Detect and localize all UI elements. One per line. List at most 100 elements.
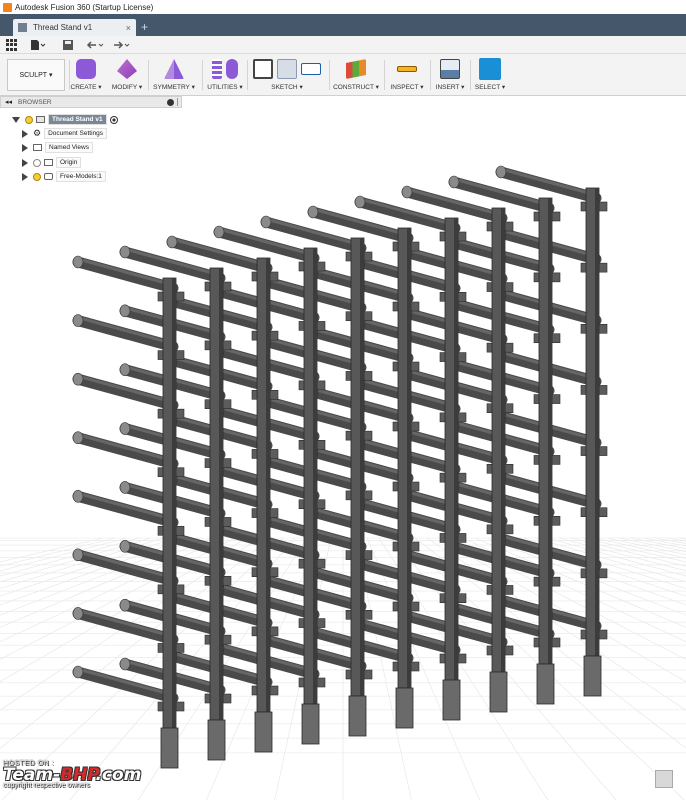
rod-end-cap	[119, 245, 131, 259]
symmetry-icon	[164, 59, 184, 79]
sketch-menu[interactable]: SKETCH ▾	[249, 57, 325, 93]
document-icon	[36, 116, 45, 123]
sketch-label: SKETCH	[271, 84, 298, 91]
column-shade	[548, 198, 552, 664]
rod-end-cap	[166, 235, 178, 249]
column-foot	[254, 711, 273, 753]
rod-end-cap	[119, 422, 131, 435]
browser-item-document-settings[interactable]: ⚙ Document Settings	[22, 127, 107, 140]
team-bhp-watermark: HOSTED ON : Team-BHP.com copyright respe…	[3, 760, 141, 789]
file-menu-icon[interactable]	[30, 39, 46, 51]
utilities-icon	[212, 59, 222, 79]
column-shade	[595, 188, 599, 656]
construct-label: CONSTRUCT	[333, 84, 374, 91]
rod-end-cap	[72, 548, 84, 562]
browser-panel-header[interactable]: ◂◂ BROWSER	[0, 96, 182, 108]
rod-end-cap	[354, 195, 366, 209]
rod-end-cap	[119, 539, 131, 553]
lightbulb-icon[interactable]	[33, 172, 41, 181]
zoom-window-icon[interactable]	[655, 770, 673, 788]
folder-icon	[33, 144, 42, 151]
expand-toggle-icon[interactable]	[12, 116, 20, 123]
modify-menu[interactable]: MODIFY ▾	[110, 57, 144, 93]
browser-menu-icon[interactable]	[167, 98, 174, 106]
rod-end-cap	[72, 665, 84, 679]
create-box-icon	[76, 59, 96, 79]
column-shade	[501, 208, 505, 672]
activate-radio-icon[interactable]	[109, 115, 118, 124]
document-tab[interactable]: Thread Stand v1 ×	[13, 19, 136, 36]
rod-end-cap	[72, 489, 84, 503]
measure-icon	[397, 66, 417, 72]
insert-menu[interactable]: INSERT ▾	[434, 57, 466, 93]
lightbulb-off-icon[interactable]	[33, 158, 41, 167]
rod-end-cap	[119, 363, 131, 377]
modify-icon	[117, 59, 137, 79]
construct-menu[interactable]: CONSTRUCT ▾	[333, 57, 379, 93]
browser-root-row[interactable]: Thread Stand v1	[12, 113, 118, 126]
rod-end-cap	[448, 175, 460, 189]
rod-end-cap	[119, 304, 131, 318]
lightbulb-icon[interactable]	[25, 115, 33, 124]
column-foot	[536, 663, 555, 705]
rod-end-cap	[401, 185, 413, 199]
redo-icon[interactable]	[112, 39, 132, 51]
column-foot	[442, 679, 461, 721]
expand-toggle-icon[interactable]	[22, 143, 28, 152]
rod-end-cap	[72, 431, 84, 445]
rod-end-cap	[72, 607, 84, 620]
workspace-switcher[interactable]: SCULPT ▾	[7, 59, 65, 91]
select-label: SELECT	[474, 84, 501, 91]
rectangle-icon	[301, 63, 321, 75]
fusion-app-icon	[3, 2, 12, 12]
select-menu[interactable]: SELECT ▾	[474, 57, 506, 93]
browser-root-label: Thread Stand v1	[48, 114, 107, 125]
inspect-label: INSPECT	[390, 84, 419, 91]
canvas-viewport[interactable]	[0, 108, 686, 800]
symmetry-menu[interactable]: SYMMETRY ▾	[152, 57, 196, 93]
data-panel-grid-icon[interactable]	[6, 39, 18, 51]
workspace-label: SCULPT	[19, 71, 48, 79]
toolbar: SCULPT ▾ CREATE ▾ MODIFY ▾ SYMMETRY ▾ UT…	[0, 54, 686, 96]
document-tab-label: Thread Stand v1	[33, 23, 93, 32]
column-foot	[207, 719, 226, 761]
rod-end-cap	[307, 205, 319, 219]
title-bar: Autodesk Fusion 360 (Startup License)	[0, 0, 686, 14]
rod-end-cap	[72, 372, 84, 386]
save-icon[interactable]	[62, 39, 74, 51]
browser-item-origin[interactable]: Origin	[22, 156, 82, 169]
expand-toggle-icon[interactable]	[22, 158, 28, 167]
column-foot	[489, 671, 508, 713]
expand-toggle-icon[interactable]	[22, 172, 28, 181]
plane-icon	[346, 59, 366, 79]
expand-toggle-icon[interactable]	[22, 129, 28, 138]
sketch-icon	[253, 59, 273, 79]
utilities-menu[interactable]: UTILITIES ▾	[205, 57, 245, 93]
create-menu[interactable]: CREATE ▾	[70, 57, 102, 93]
floor-grid-line	[558, 537, 686, 572]
folder-icon	[44, 159, 53, 166]
modify-label: MODIFY	[111, 84, 138, 91]
rod-end-cap	[260, 215, 272, 229]
new-tab-button[interactable]: +	[137, 19, 152, 36]
column-foot	[583, 655, 602, 697]
inspect-menu[interactable]: INSPECT ▾	[388, 57, 426, 93]
browser-item-label: Named Views	[45, 142, 93, 153]
quick-access-bar	[0, 36, 686, 54]
rod-end-cap	[213, 225, 225, 239]
image-icon	[440, 59, 460, 79]
window-title: Autodesk Fusion 360 (Startup License)	[15, 2, 154, 12]
create-label: CREATE	[70, 84, 97, 91]
document-cube-icon	[18, 23, 27, 32]
browser-item-named-views[interactable]: Named Views	[22, 141, 93, 154]
undo-icon[interactable]	[86, 39, 106, 51]
browser-item-free-models[interactable]: Free-Models:1	[22, 170, 106, 183]
collapse-browser-icon[interactable]: ◂◂	[5, 98, 12, 106]
column-foot	[348, 695, 367, 737]
select-icon	[479, 58, 501, 80]
rod-end-cap	[72, 255, 84, 269]
browser-item-label: Origin	[56, 157, 82, 168]
floor-grid-line	[678, 537, 686, 540]
close-tab-icon[interactable]: ×	[126, 23, 131, 33]
column-shade	[454, 218, 458, 680]
